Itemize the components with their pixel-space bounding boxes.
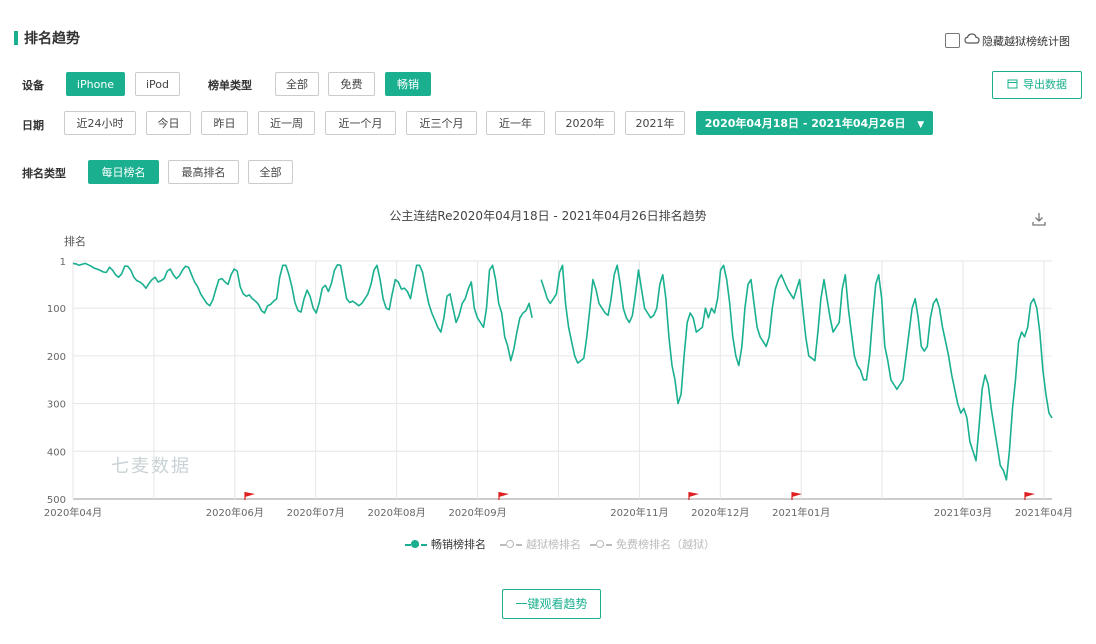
- legend-item-grossing[interactable]: 畅销榜排名: [405, 536, 486, 552]
- cloud-icon: [964, 33, 980, 44]
- view-trend-button[interactable]: 一键观看趋势: [502, 589, 601, 619]
- calendar-icon: [1007, 79, 1018, 89]
- x-tick-label: 2020年09月: [448, 506, 506, 519]
- list-type-all-button[interactable]: 全部: [275, 72, 319, 96]
- x-tick-label: 2021年03月: [934, 506, 992, 519]
- date-week-button[interactable]: 近一周: [258, 111, 315, 135]
- device-ipod-button[interactable]: iPod: [135, 72, 180, 96]
- title-accent-bar: [14, 31, 18, 45]
- date-24h-button[interactable]: 近24小时: [64, 111, 136, 135]
- date-today-button[interactable]: 今日: [146, 111, 191, 135]
- date-3months-button[interactable]: 近三个月: [406, 111, 477, 135]
- legend-marker-icon: [500, 540, 522, 550]
- x-tick-label: 2020年12月: [691, 506, 749, 519]
- hide-jailbreak-label: 隐藏越狱榜统计图: [982, 35, 1070, 48]
- y-tick-label: 200: [47, 352, 66, 363]
- x-tick-label: 2021年01月: [772, 506, 830, 519]
- legend-item-free-jailbreak[interactable]: 免费榜排名（越狱）: [590, 536, 715, 552]
- date-2021-button[interactable]: 2021年: [625, 111, 685, 135]
- series-line-grossing: [72, 262, 1053, 481]
- page-title: 排名趋势: [24, 31, 80, 47]
- date-label: 日期: [22, 119, 44, 132]
- list-type-grossing-button[interactable]: 畅销: [385, 72, 431, 96]
- y-tick-label: 1: [60, 257, 66, 268]
- download-icon[interactable]: [1031, 211, 1047, 227]
- x-tick-label: 2020年11月: [610, 506, 668, 519]
- list-type-free-button[interactable]: 免费: [328, 72, 375, 96]
- legend-marker-icon: [405, 540, 427, 550]
- x-tick-label: 2020年04月: [44, 506, 102, 519]
- legend-label: 免费榜排名（越狱）: [616, 538, 715, 551]
- export-data-label: 导出数据: [1023, 78, 1067, 91]
- device-label: 设备: [22, 79, 44, 92]
- legend-label: 畅销榜排名: [431, 538, 486, 551]
- y-tick-label: 300: [47, 400, 66, 411]
- date-range-picker[interactable]: 2020年04月18日 - 2021年04月26日 ▼: [696, 111, 933, 135]
- rank-type-label: 排名类型: [22, 167, 66, 180]
- rank-highest-button[interactable]: 最高排名: [168, 160, 239, 184]
- list-type-label: 榜单类型: [208, 79, 252, 92]
- rank-daily-button[interactable]: 每日榜名: [88, 160, 159, 184]
- y-tick-label: 400: [47, 447, 66, 458]
- date-2020-button[interactable]: 2020年: [555, 111, 615, 135]
- rank-trend-chart: 1 100 200 300 400 500 2020年04月 2020年06月 2020年07…: [44, 257, 1073, 519]
- chart-title: 公主连结Re2020年04月18日 - 2021年04月26日排名趋势: [389, 209, 707, 223]
- x-tick-label: 2021年04月: [1015, 506, 1073, 519]
- date-year-button[interactable]: 近一年: [486, 111, 545, 135]
- rank-all-button[interactable]: 全部: [248, 160, 293, 184]
- caret-down-icon: ▼: [917, 120, 925, 130]
- x-tick-label: 2020年07月: [287, 506, 345, 519]
- x-tick-label: 2020年06月: [206, 506, 264, 519]
- hide-jailbreak-checkbox[interactable]: [945, 33, 960, 48]
- date-yesterday-button[interactable]: 昨日: [201, 111, 248, 135]
- x-tick-label: 2020年08月: [368, 506, 426, 519]
- y-tick-label: 500: [47, 495, 66, 506]
- legend-label: 越狱榜排名: [526, 538, 581, 551]
- legend-marker-icon: [590, 540, 612, 550]
- device-iphone-button[interactable]: iPhone: [66, 72, 125, 96]
- y-tick-label: 100: [47, 304, 66, 315]
- date-month-button[interactable]: 近一个月: [325, 111, 396, 135]
- export-data-button[interactable]: 导出数据: [992, 71, 1082, 99]
- legend-item-jailbreak[interactable]: 越狱榜排名: [500, 536, 581, 552]
- date-range-value: 2020年04月18日 - 2021年04月26日: [704, 117, 906, 130]
